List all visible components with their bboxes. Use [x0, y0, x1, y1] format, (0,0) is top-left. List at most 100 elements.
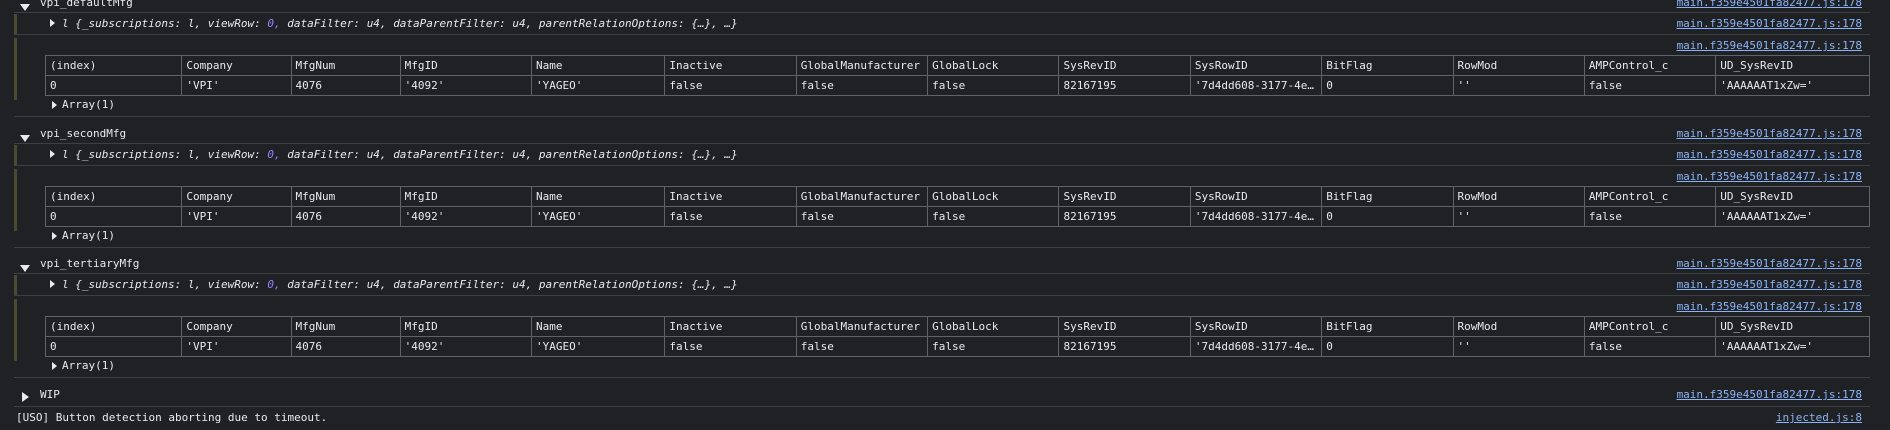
object-tail: …}	[724, 17, 738, 30]
object-preview[interactable]: l {_subscriptions: l, viewRow: 0, dataFi…	[62, 148, 738, 161]
column-header[interactable]: SysRowID	[1189, 55, 1323, 76]
column-header[interactable]: Company	[181, 316, 292, 337]
array-preview[interactable]: Array(1)	[62, 98, 115, 111]
column-header[interactable]: SysRowID	[1189, 316, 1323, 337]
column-header[interactable]: MfgNum	[290, 186, 401, 207]
column-header[interactable]: GlobalLock	[927, 55, 1060, 76]
source-link[interactable]: main.f359e4501fa82477.js:178	[1677, 39, 1862, 52]
expand-caret-icon[interactable]	[52, 232, 57, 240]
column-header[interactable]: RowMod	[1452, 316, 1585, 337]
source-link[interactable]: main.f359e4501fa82477.js:178	[1677, 17, 1862, 30]
row-divider	[14, 247, 1870, 248]
column-header[interactable]: UD_SysRevID	[1715, 55, 1870, 76]
object-tail: …}	[724, 278, 738, 291]
column-header[interactable]: UD_SysRevID	[1715, 316, 1870, 337]
object-value: u4,	[366, 148, 394, 161]
group-label-wip: WIP	[40, 388, 60, 401]
table-cell: '7d4dd608-3177-4e…	[1189, 206, 1323, 227]
object-key: _subscriptions:	[81, 148, 188, 161]
table-cell: 4076	[290, 206, 401, 227]
object-preview[interactable]: l {_subscriptions: l, viewRow: 0, dataFi…	[62, 17, 738, 30]
column-header[interactable]: SysRevID	[1058, 55, 1191, 76]
table-cell: false	[795, 75, 929, 96]
source-link[interactable]: main.f359e4501fa82477.js:178	[1677, 388, 1862, 401]
source-link[interactable]: main.f359e4501fa82477.js:178	[1677, 278, 1862, 291]
column-header[interactable]: BitFlag	[1321, 186, 1454, 207]
row-divider	[14, 116, 1870, 117]
column-header[interactable]: AMPControl_c	[1583, 186, 1717, 207]
column-header[interactable]: GlobalManufacturer	[795, 186, 929, 207]
expand-caret-icon[interactable]	[52, 101, 57, 109]
column-header[interactable]: RowMod	[1452, 186, 1585, 207]
column-header[interactable]: Inactive	[664, 186, 797, 207]
column-header[interactable]: BitFlag	[1321, 55, 1454, 76]
column-header[interactable]: SysRevID	[1058, 316, 1191, 337]
expand-caret-icon[interactable]	[20, 4, 30, 11]
object-key: parentRelationOptions:	[538, 17, 692, 30]
column-header[interactable]: Name	[531, 316, 666, 337]
object-value: l,	[187, 278, 208, 291]
column-header[interactable]: Name	[531, 186, 666, 207]
column-header[interactable]: MfgID	[399, 55, 533, 76]
column-header[interactable]: (index)	[44, 55, 183, 76]
expand-caret-icon[interactable]	[50, 280, 55, 288]
object-key: dataFilter:	[287, 17, 367, 30]
group-label: vpi_secondMfg	[40, 127, 127, 140]
source-link[interactable]: main.f359e4501fa82477.js:178	[1677, 127, 1862, 140]
table-cell: false	[664, 336, 797, 357]
column-header[interactable]: AMPControl_c	[1583, 55, 1717, 76]
column-header[interactable]: GlobalManufacturer	[795, 316, 929, 337]
object-key: dataFilter:	[287, 278, 367, 291]
expand-caret-icon[interactable]	[52, 362, 57, 370]
expand-caret-icon[interactable]	[20, 135, 30, 142]
column-header[interactable]: SysRowID	[1189, 186, 1323, 207]
column-header[interactable]: MfgNum	[290, 316, 401, 337]
object-tail: …}	[724, 148, 738, 161]
source-link[interactable]: main.f359e4501fa82477.js:178	[1677, 300, 1862, 313]
column-header[interactable]: Inactive	[664, 55, 797, 76]
expand-caret-icon[interactable]	[22, 392, 29, 402]
table-cell: 'VPI'	[181, 206, 292, 227]
column-header[interactable]: MfgID	[399, 316, 533, 337]
expand-caret-icon[interactable]	[50, 150, 55, 158]
column-header[interactable]: (index)	[44, 316, 183, 337]
column-header[interactable]: Name	[531, 55, 666, 76]
column-header[interactable]: Company	[181, 186, 292, 207]
column-header[interactable]: AMPControl_c	[1583, 316, 1717, 337]
column-header[interactable]: MfgID	[399, 186, 533, 207]
table-cell: '4092'	[399, 336, 533, 357]
row-divider	[14, 143, 1870, 144]
group-indent-bar	[14, 145, 17, 165]
table-cell: '4092'	[399, 206, 533, 227]
source-link[interactable]: injected.js:8	[1776, 411, 1862, 424]
object-preview[interactable]: l {_subscriptions: l, viewRow: 0, dataFi…	[62, 278, 738, 291]
object-value: {…},	[691, 278, 725, 291]
object-prefix: l {	[62, 148, 82, 161]
object-key: _subscriptions:	[81, 278, 188, 291]
source-link[interactable]: main.f359e4501fa82477.js:178	[1677, 170, 1862, 183]
column-header[interactable]: GlobalManufacturer	[795, 55, 929, 76]
table-cell: 'VPI'	[181, 75, 292, 96]
column-header[interactable]: BitFlag	[1321, 316, 1454, 337]
source-link[interactable]: main.f359e4501fa82477.js:178	[1677, 257, 1862, 270]
column-header[interactable]: GlobalLock	[927, 316, 1060, 337]
column-header[interactable]: GlobalLock	[927, 186, 1060, 207]
column-header[interactable]: (index)	[44, 186, 183, 207]
column-header[interactable]: Company	[181, 55, 292, 76]
column-header[interactable]: SysRevID	[1058, 186, 1191, 207]
console-table: (index) Company MfgNum MfgID Name Inactive Glo…	[44, 316, 1870, 357]
expand-caret-icon[interactable]	[20, 265, 30, 272]
source-link[interactable]: main.f359e4501fa82477.js:178	[1677, 148, 1862, 161]
object-value: l,	[187, 148, 208, 161]
row-divider	[14, 12, 1870, 13]
column-header[interactable]: RowMod	[1452, 55, 1585, 76]
object-value: {…},	[691, 17, 725, 30]
column-header[interactable]: Inactive	[664, 316, 797, 337]
expand-caret-icon[interactable]	[50, 19, 55, 27]
column-header[interactable]: UD_SysRevID	[1715, 186, 1870, 207]
column-header[interactable]: MfgNum	[290, 55, 401, 76]
table-cell: 0	[1321, 75, 1454, 96]
source-link[interactable]: main.f359e4501fa82477.js:178	[1677, 0, 1862, 9]
array-preview[interactable]: Array(1)	[62, 359, 115, 372]
array-preview[interactable]: Array(1)	[62, 229, 115, 242]
